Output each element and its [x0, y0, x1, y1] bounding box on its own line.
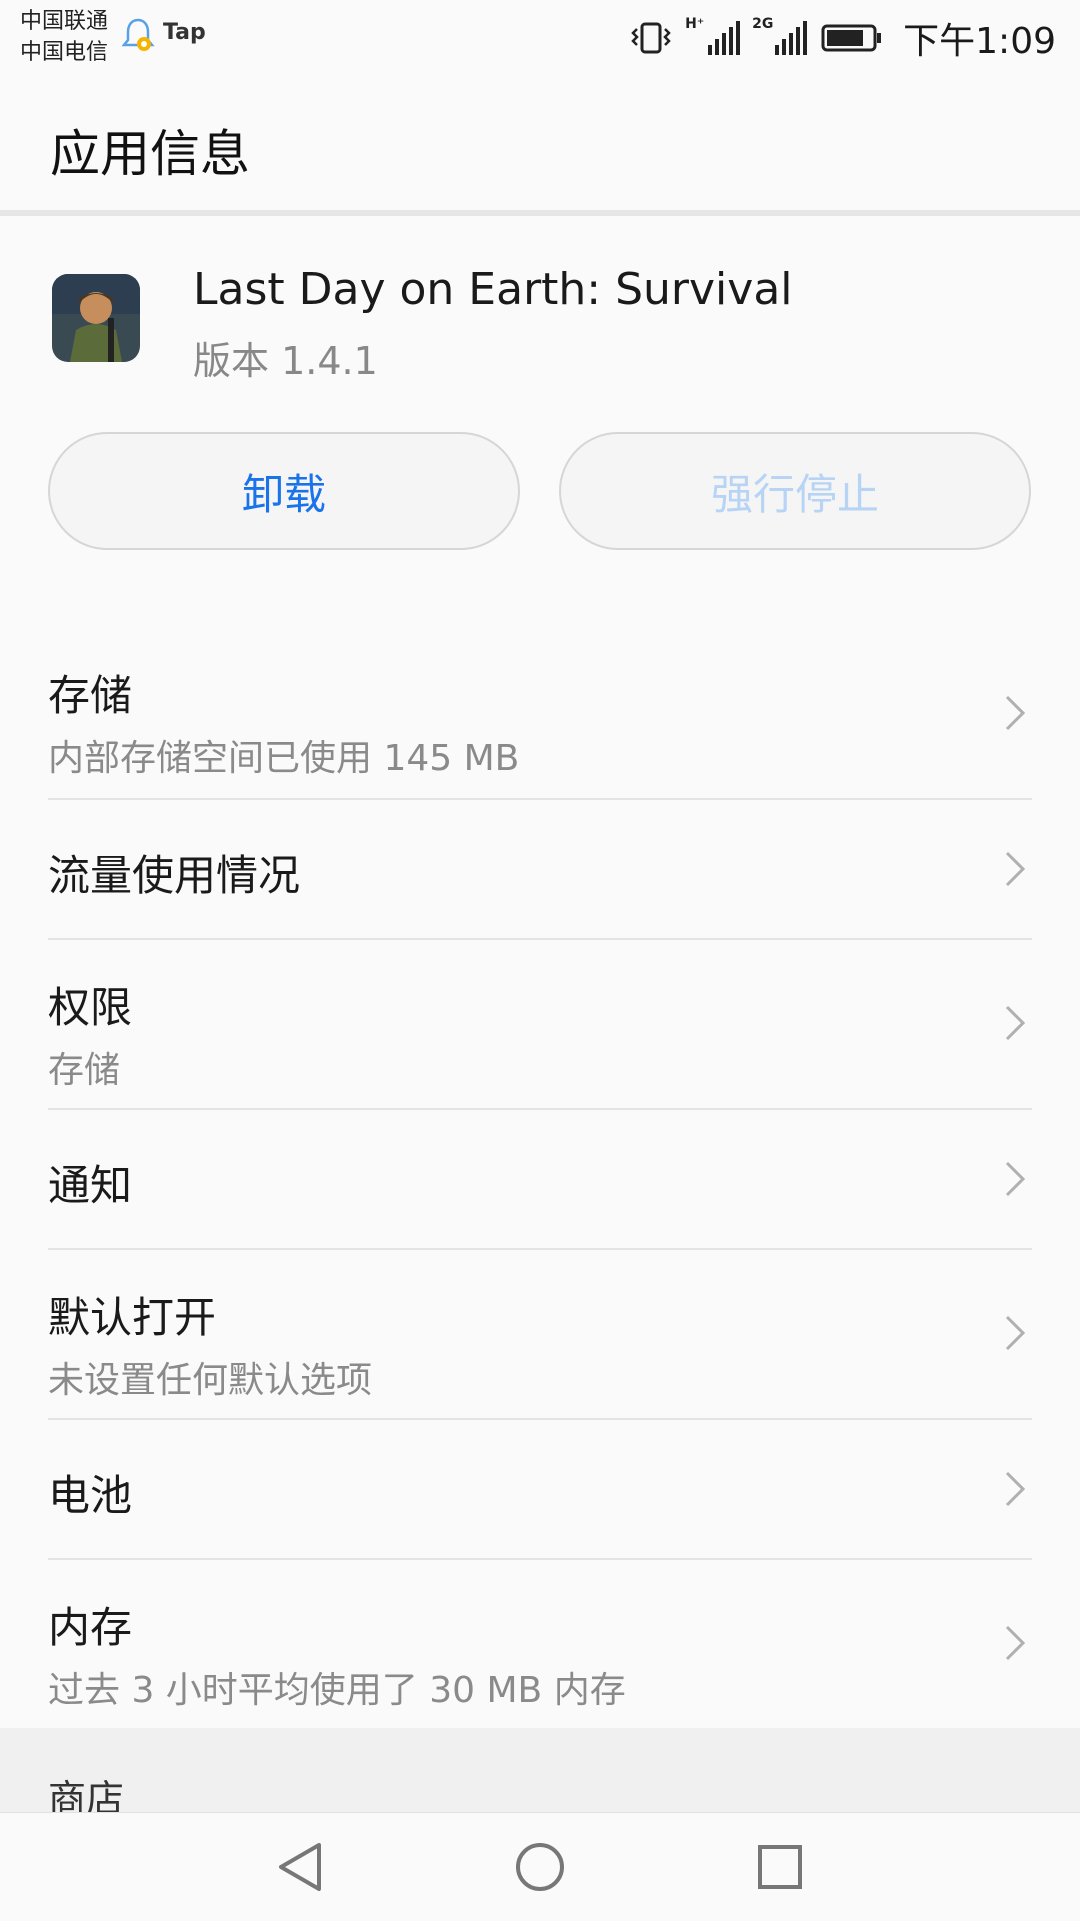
- clock: 下午1:09: [903, 21, 1056, 62]
- list-item-subtitle: 存储: [48, 1050, 121, 1091]
- chevron-right-icon: [1005, 695, 1026, 731]
- chevron-right-icon: [1005, 1471, 1026, 1507]
- list-item-memory[interactable]: 内存 过去 3 小时平均使用了 30 MB 内存: [48, 1560, 1032, 1726]
- recents-icon: [758, 1845, 802, 1889]
- settings-list: 存储 内部存储空间已使用 145 MB 流量使用情况 权限 存储 通知 默认打开…: [0, 632, 1080, 1726]
- chevron-right-icon: [1005, 1315, 1026, 1351]
- chevron-right-icon: [1005, 1005, 1026, 1041]
- list-item-title: 通知: [48, 1161, 133, 1210]
- notification-app-label: Tap: [163, 20, 206, 45]
- back-button[interactable]: [240, 1813, 360, 1921]
- list-item-title: 内存: [48, 1603, 133, 1652]
- uninstall-button[interactable]: 卸载: [48, 432, 520, 550]
- home-icon: [516, 1843, 564, 1891]
- app-name: Last Day on Earth: Survival: [193, 264, 793, 315]
- bell-icon: [121, 18, 155, 51]
- list-item-title: 电池: [48, 1471, 133, 1520]
- list-item-subtitle: 未设置任何默认选项: [48, 1360, 373, 1401]
- signal-icon: H⁺: [685, 17, 741, 55]
- list-item-data-usage[interactable]: 流量使用情况: [48, 800, 1032, 940]
- battery-icon: [821, 24, 882, 52]
- app-bar: 应用信息: [0, 80, 1080, 216]
- list-item-open-by-default[interactable]: 默认打开 未设置任何默认选项: [48, 1250, 1032, 1420]
- back-icon: [279, 1843, 321, 1891]
- list-item-subtitle: 过去 3 小时平均使用了 30 MB 内存: [48, 1670, 626, 1711]
- carrier-1: 中国联通: [20, 9, 109, 34]
- list-item-title: 流量使用情况: [48, 851, 301, 900]
- vibrate-icon: [631, 22, 671, 54]
- page-title: 应用信息: [50, 125, 250, 183]
- status-bar: 中国联通 中国电信 Tap H⁺ 2G 下午1:09: [0, 0, 1080, 80]
- list-item-battery[interactable]: 电池: [48, 1420, 1032, 1560]
- carrier-labels: 中国联通 中国电信: [20, 6, 108, 68]
- chevron-right-icon: [1005, 1625, 1026, 1661]
- navigation-bar: [0, 1812, 1080, 1921]
- app-icon: [52, 274, 140, 362]
- list-item-title: 存储: [48, 671, 133, 720]
- list-item-notifications[interactable]: 通知: [48, 1110, 1032, 1250]
- chevron-right-icon: [1005, 851, 1026, 887]
- recents-button[interactable]: [720, 1813, 840, 1921]
- list-item-permissions[interactable]: 权限 存储: [48, 940, 1032, 1110]
- signal-icon-2: 2G: [752, 17, 808, 55]
- force-stop-button[interactable]: 强行停止: [559, 432, 1031, 550]
- chevron-right-icon: [1005, 1161, 1026, 1197]
- list-item-storage[interactable]: 存储 内部存储空间已使用 145 MB: [48, 632, 1032, 800]
- list-item-title: 权限: [48, 983, 133, 1032]
- network-type-1: H⁺: [685, 16, 705, 32]
- network-type-2: 2G: [752, 16, 774, 32]
- list-item-title: 默认打开: [48, 1293, 217, 1342]
- app-version: 版本 1.4.1: [193, 339, 378, 383]
- status-icons: H⁺ 2G 下午1:09: [629, 14, 1056, 62]
- home-button[interactable]: [480, 1813, 600, 1921]
- list-item-subtitle: 内部存储空间已使用 145 MB: [48, 738, 520, 779]
- carrier-2: 中国电信: [20, 40, 109, 65]
